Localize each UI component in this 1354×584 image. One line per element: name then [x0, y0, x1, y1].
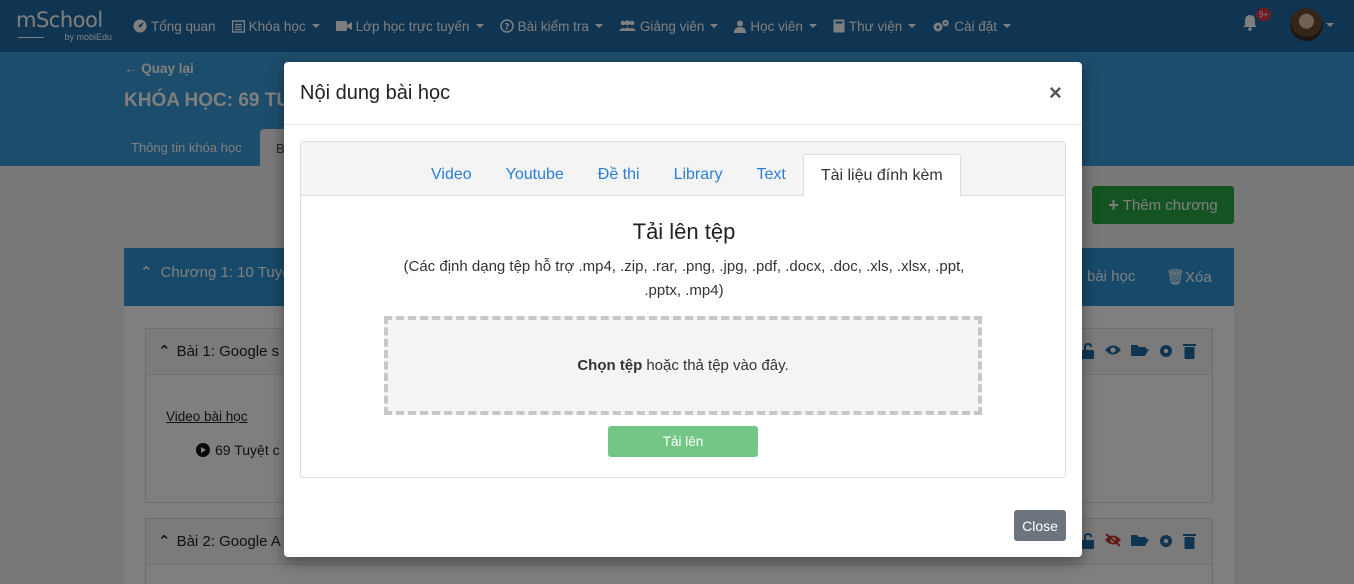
tab-exam[interactable]: Đề thi — [581, 154, 657, 197]
modal-title: Nội dung bài học — [300, 82, 451, 104]
tab-library[interactable]: Library — [657, 154, 740, 197]
upload-title: Tải lên tệp — [632, 219, 736, 244]
tab-attachments[interactable]: Tài liệu đính kèm — [802, 154, 961, 197]
tab-text[interactable]: Text — [739, 154, 802, 197]
modal-header: Nội dung bài học × — [284, 62, 1082, 125]
upload-button[interactable]: Tải lên — [608, 426, 758, 457]
dropzone-hint: hoặc thả tệp vào đây. — [646, 357, 789, 374]
upload-formats-text: (Các định dạng tệp hỗ trợ .mp4, .zip, .r… — [403, 258, 965, 299]
close-icon[interactable]: × — [1049, 80, 1062, 106]
lesson-content-modal: Nội dung bài học × Video Youtube Đề thi … — [284, 62, 1082, 557]
content-card: Video Youtube Đề thi Library Text Tài li… — [300, 141, 1066, 478]
choose-file-link[interactable]: Chọn tệp — [577, 357, 642, 374]
content-tabs-bar: Video Youtube Đề thi Library Text Tài li… — [301, 142, 1065, 197]
file-dropzone[interactable]: Chọn tệp hoặc thả tệp vào đây. — [384, 316, 982, 415]
tab-youtube[interactable]: Youtube — [489, 154, 581, 197]
content-tabs: Video Youtube Đề thi Library Text Tài li… — [414, 154, 961, 197]
close-button[interactable]: Close — [1014, 510, 1066, 541]
tab-video[interactable]: Video — [414, 154, 489, 197]
